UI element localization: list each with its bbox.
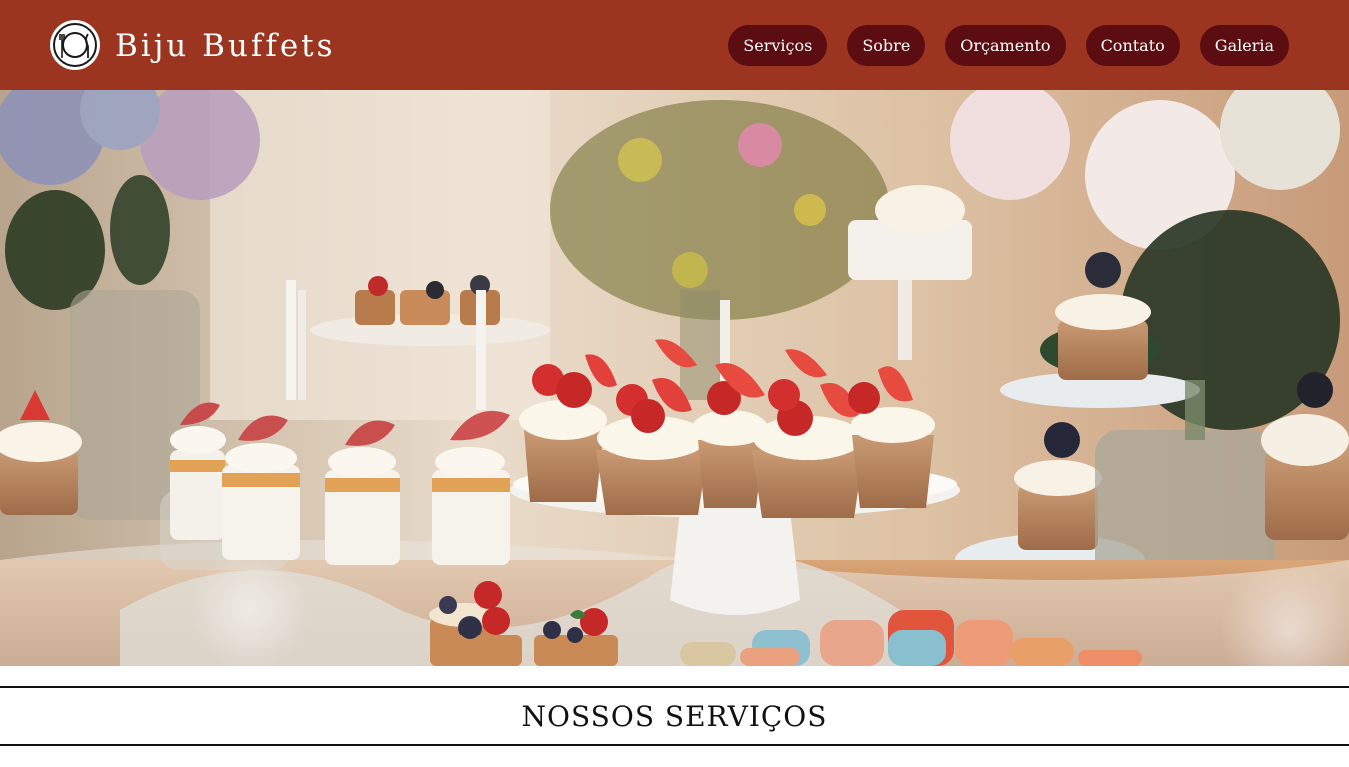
nav-galeria[interactable]: Galeria bbox=[1199, 25, 1289, 66]
nav-sobre[interactable]: Sobre bbox=[847, 25, 926, 66]
services-section-header: NOSSOS SERVIÇOS bbox=[0, 686, 1349, 746]
nav-contato[interactable]: Contato bbox=[1085, 25, 1180, 66]
main-nav: Serviços Sobre Orçamento Contato Galeria bbox=[728, 25, 1289, 66]
services-title: NOSSOS SERVIÇOS bbox=[521, 700, 828, 733]
nav-servicos[interactable]: Serviços bbox=[728, 25, 828, 66]
cutlery-plate-icon[interactable] bbox=[50, 20, 100, 70]
nav-orcamento[interactable]: Orçamento bbox=[945, 25, 1066, 66]
site-header: Biju Buffets Serviços Sobre Orçamento Co… bbox=[0, 0, 1349, 90]
hero-image bbox=[0, 90, 1349, 666]
brand-name[interactable]: Biju Buffets bbox=[115, 26, 336, 66]
